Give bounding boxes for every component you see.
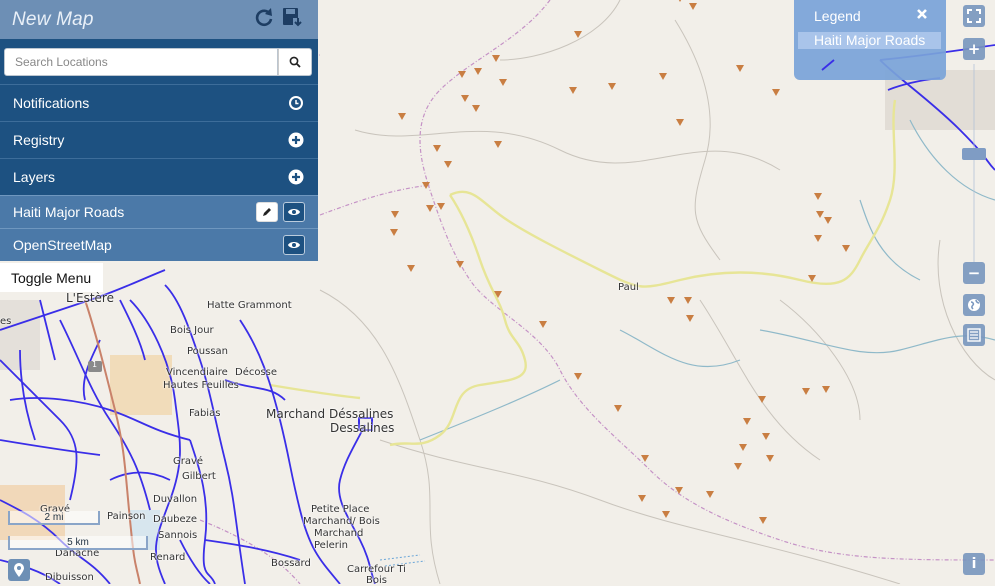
fullscreen-button[interactable]: [963, 5, 985, 27]
menu-item-registry[interactable]: Registry: [0, 121, 318, 158]
close-icon[interactable]: [916, 7, 928, 25]
map-title-bar: New Map: [0, 0, 318, 39]
place-label: Hautes Feuilles: [163, 380, 239, 391]
locate-button[interactable]: [8, 559, 30, 581]
place-label: Poussan: [187, 346, 229, 357]
route-shield: 1: [92, 360, 98, 369]
place-label: Carrefour Ti: [347, 564, 406, 575]
search-button[interactable]: [278, 47, 312, 76]
zoom-slider-handle[interactable]: [962, 148, 986, 160]
place-label: Gravé: [173, 456, 204, 467]
save-icon[interactable]: [282, 7, 304, 32]
plus-circle-icon: [288, 132, 304, 148]
zoom-out-button[interactable]: −: [963, 262, 985, 284]
place-label: Bois Jour: [170, 325, 214, 336]
zoom-slider-track[interactable]: [973, 64, 975, 262]
globe-icon: [968, 299, 980, 311]
place-label: Décosse: [235, 367, 278, 378]
place-label: Painson: [107, 511, 146, 522]
eye-icon: [288, 242, 300, 248]
place-label: Paul: [618, 282, 639, 293]
toggle-visibility-button[interactable]: [283, 235, 305, 255]
list-icon: [967, 328, 981, 342]
place-label: Renard: [150, 552, 186, 563]
scale-bar-metric: 2 mi: [8, 511, 100, 525]
layer-list-button[interactable]: [963, 324, 985, 346]
refresh-icon[interactable]: [254, 7, 274, 32]
expand-icon: [967, 9, 981, 23]
place-label: Dessalines: [330, 421, 395, 435]
info-button[interactable]: i: [963, 553, 985, 575]
pencil-icon: [263, 208, 271, 216]
globe-button[interactable]: [963, 294, 985, 316]
place-label: Vincendiaire: [166, 367, 228, 378]
plus-circle-icon: [288, 169, 304, 185]
zoom-in-button[interactable]: +: [963, 38, 985, 60]
menu-item-label: Registry: [13, 132, 65, 148]
map-menu-panel: New Map Search Locations Notifications R…: [0, 0, 318, 261]
toggle-menu-button[interactable]: Toggle Menu: [0, 263, 103, 292]
place-label: Marchand Déssalines: [266, 407, 394, 421]
layer-item-label: OpenStreetMap: [13, 237, 112, 253]
place-label: Marchand: [314, 528, 364, 539]
search-input[interactable]: Search Locations: [4, 47, 278, 76]
place-label: Sannois: [158, 530, 198, 541]
map-title[interactable]: New Map: [12, 9, 94, 31]
place-label: Petite Place: [311, 504, 370, 515]
layer-item-label: Haiti Major Roads: [13, 204, 125, 220]
menu-item-layers[interactable]: Layers: [0, 158, 318, 195]
layer-item-openstreetmap[interactable]: OpenStreetMap: [0, 228, 318, 261]
edit-layer-button[interactable]: [256, 202, 278, 222]
scale-bar-imperial: 5 km: [8, 536, 148, 550]
menu-item-notifications[interactable]: Notifications: [0, 84, 318, 121]
legend-panel: Legend Haiti Major Roads: [794, 0, 946, 80]
place-label: L'Estère: [66, 291, 114, 305]
place-label: Dibuisson: [45, 572, 94, 583]
toggle-visibility-button[interactable]: [283, 202, 305, 222]
place-label: Bois: [366, 575, 387, 586]
place-label: Hatte Grammont: [207, 300, 292, 311]
map-pin-icon: [14, 563, 24, 577]
layer-item-haiti-major-roads[interactable]: Haiti Major Roads: [0, 195, 318, 228]
place-label: Marchand/ Bois: [303, 516, 380, 527]
place-label: Bossard: [271, 558, 311, 569]
place-label: Gilbert: [182, 471, 216, 482]
clock-icon: [289, 96, 303, 110]
menu-item-label: Layers: [13, 169, 56, 185]
place-label: Duvallon: [153, 494, 198, 505]
place-label: Daubeze: [153, 514, 198, 525]
menu-item-label: Notifications: [13, 95, 90, 111]
place-label: Pelerin: [314, 540, 348, 551]
legend-title: Legend: [814, 8, 861, 24]
eye-icon: [288, 209, 300, 215]
search-icon: [289, 56, 301, 68]
place-label: es: [0, 316, 12, 327]
search-row: Search Locations: [0, 39, 318, 84]
place-label: Fabias: [189, 408, 221, 419]
legend-item-label: Haiti Major Roads: [798, 32, 941, 49]
line-symbol-icon: [821, 59, 835, 71]
